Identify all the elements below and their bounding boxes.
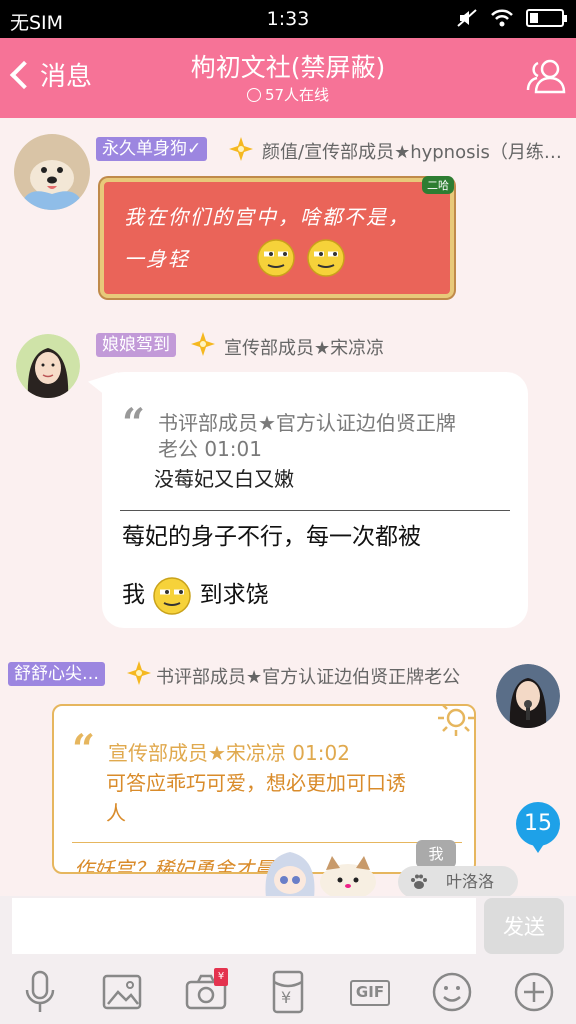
send-button[interactable]: 发送 (484, 898, 564, 954)
camera-button[interactable]: ¥ (182, 968, 230, 1016)
gif-label: GIF (350, 980, 390, 1006)
group-members-icon[interactable] (524, 54, 568, 98)
message-input-bar: 发送 (0, 896, 576, 960)
mention-me-chip[interactable]: 我 (416, 840, 456, 868)
singer-avatar-image (496, 664, 560, 728)
anime-girl-sticker (265, 852, 315, 898)
status-bar: 无SIM 1:33 (0, 0, 576, 38)
sparkle-star-icon (229, 137, 253, 161)
clock-icon (246, 88, 261, 102)
user-title-badge: 娘娘驾到 (96, 333, 176, 357)
gif-button[interactable]: GIF (346, 968, 394, 1016)
emoji-icon[interactable] (428, 968, 476, 1016)
quoted-text: 没莓妃又白又嫩 (154, 467, 294, 491)
chat-toolbar: ¥ ¥ GIF (0, 960, 576, 1024)
online-count: 57人在线 (0, 84, 576, 105)
sticker-tag: 二哈 (422, 176, 454, 194)
quote-mark-icon: “ (72, 726, 96, 773)
cat-sticker (320, 856, 376, 898)
battery-icon (526, 9, 567, 27)
member-role: 宣传部成员★宋凉凉 (224, 338, 385, 359)
camera-red-tag: ¥ (214, 968, 228, 986)
quote-divider (72, 842, 462, 843)
quoted-author: 宣传部成员★宋凉凉 01:02 (108, 741, 350, 765)
member-role: 颜值/宣传部成员★hypnosis（月练… (262, 142, 562, 163)
quoted-author: 书评部成员★官方认证边伯贤正牌 (158, 411, 456, 435)
member-role: 书评部成员★官方认证边伯贤正牌老公 (156, 667, 461, 688)
smirk-emoji-icon (307, 239, 345, 277)
mention-user-name: 叶洛洛 (446, 872, 495, 891)
user-title-badge: 永久单身狗✓ (96, 137, 208, 161)
sun-decoration-icon (438, 706, 474, 736)
sparkle-star-icon (191, 332, 215, 356)
sticker-card[interactable]: 二哈 我在你们的宫中，啥都不是，一身轻 (100, 176, 454, 298)
avatar[interactable] (496, 664, 560, 728)
message-input[interactable] (12, 898, 476, 954)
user-title-badge: 舒舒心尖… (8, 662, 105, 686)
girl-avatar-image (16, 334, 80, 398)
dog-avatar-image (14, 134, 90, 210)
smirk-emoji-icon (153, 576, 192, 615)
smirk-emoji-icon (257, 239, 295, 277)
quote-mark-icon: “ (122, 400, 146, 447)
red-packet-symbol: ¥ (281, 988, 292, 1007)
quoted-text: 可答应乖巧可爱，想必更加可口诱 (106, 771, 406, 795)
reply-line: 莓妃的身子不行，每一次都被 (122, 524, 421, 550)
sparkle-star-icon (127, 661, 151, 685)
online-count-text: 57人在线 (264, 86, 330, 104)
avatar[interactable] (14, 134, 90, 210)
unread-count-badge[interactable]: 15 (516, 802, 560, 853)
quoted-author-time: 老公 01:01 (158, 437, 262, 461)
paw-icon (411, 874, 427, 889)
reply-line: 我 到求饶 (122, 566, 512, 624)
avatar[interactable] (16, 334, 80, 398)
quoted-text: 人 (106, 801, 126, 825)
microphone-icon[interactable] (16, 968, 64, 1016)
plus-icon[interactable] (510, 968, 558, 1016)
image-icon[interactable] (98, 968, 146, 1016)
message-bubble[interactable]: “ 书评部成员★官方认证边伯贤正牌 老公 01:01 没莓妃又白又嫩 莓妃的身子… (88, 372, 528, 628)
mute-icon (457, 9, 477, 27)
chat-header: 消息 枸初文社(禁屏蔽) 57人在线 (0, 38, 576, 118)
page-title: 枸初文社(禁屏蔽) (190, 53, 386, 82)
wifi-icon (491, 9, 513, 27)
mention-user-chip[interactable]: 叶洛洛 (398, 866, 518, 898)
status-icons (456, 8, 567, 28)
red-packet-button[interactable]: ¥ (264, 968, 312, 1016)
reply-text: 莓妃的身子不行，每一次都被 我 到求饶 (122, 508, 512, 624)
